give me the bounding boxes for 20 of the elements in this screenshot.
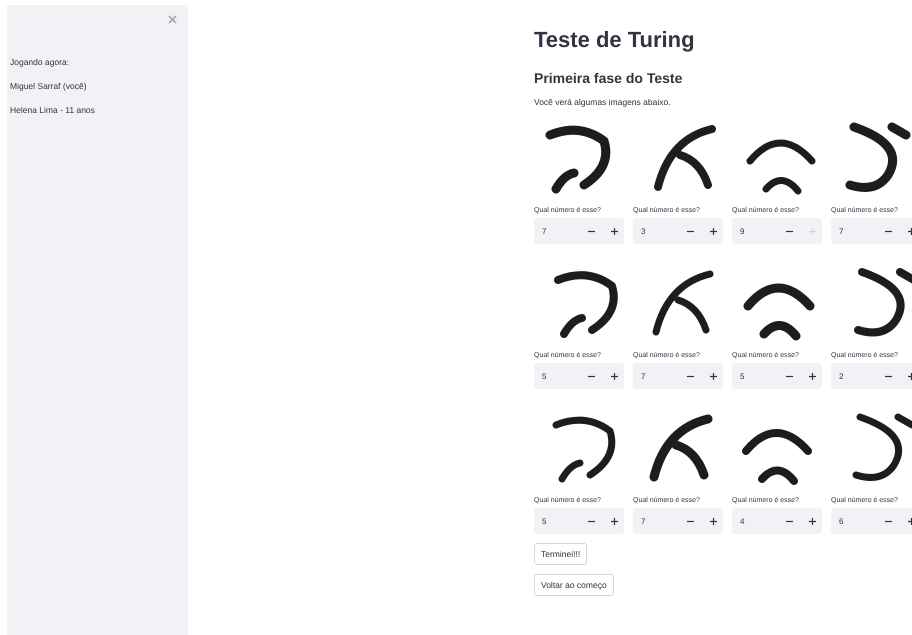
action-button[interactable]: Terminei!!! — [534, 543, 588, 565]
page-title: Teste de Turing — [534, 27, 696, 53]
number-input[interactable]: 7 — [633, 508, 723, 534]
action-button[interactable]: Voltar ao começo — [534, 574, 614, 596]
number-input[interactable]: 2 — [831, 363, 912, 389]
player-name: Helena Lima - 11 anos — [10, 105, 96, 115]
player-name: Miguel Sarraf (você) — [10, 81, 88, 91]
number-input[interactable]: 7 — [831, 218, 912, 244]
description-text: Você verá algumas imagens abaixo. — [534, 97, 672, 107]
number-input[interactable]: 7 — [633, 363, 723, 389]
number-input[interactable]: 4 — [732, 508, 822, 534]
section-title: Primeira fase do Teste — [534, 70, 684, 86]
sidebar-heading: Jogando agora: — [10, 57, 70, 67]
number-input[interactable]: 5 — [534, 508, 624, 534]
number-input[interactable]: 6 — [831, 508, 912, 534]
number-input[interactable]: 5 — [534, 363, 624, 389]
number-input[interactable]: 3 — [633, 218, 723, 244]
number-input[interactable]: 7 — [534, 218, 624, 244]
number-input[interactable]: 9 — [732, 218, 822, 244]
number-input[interactable]: 5 — [732, 363, 822, 389]
